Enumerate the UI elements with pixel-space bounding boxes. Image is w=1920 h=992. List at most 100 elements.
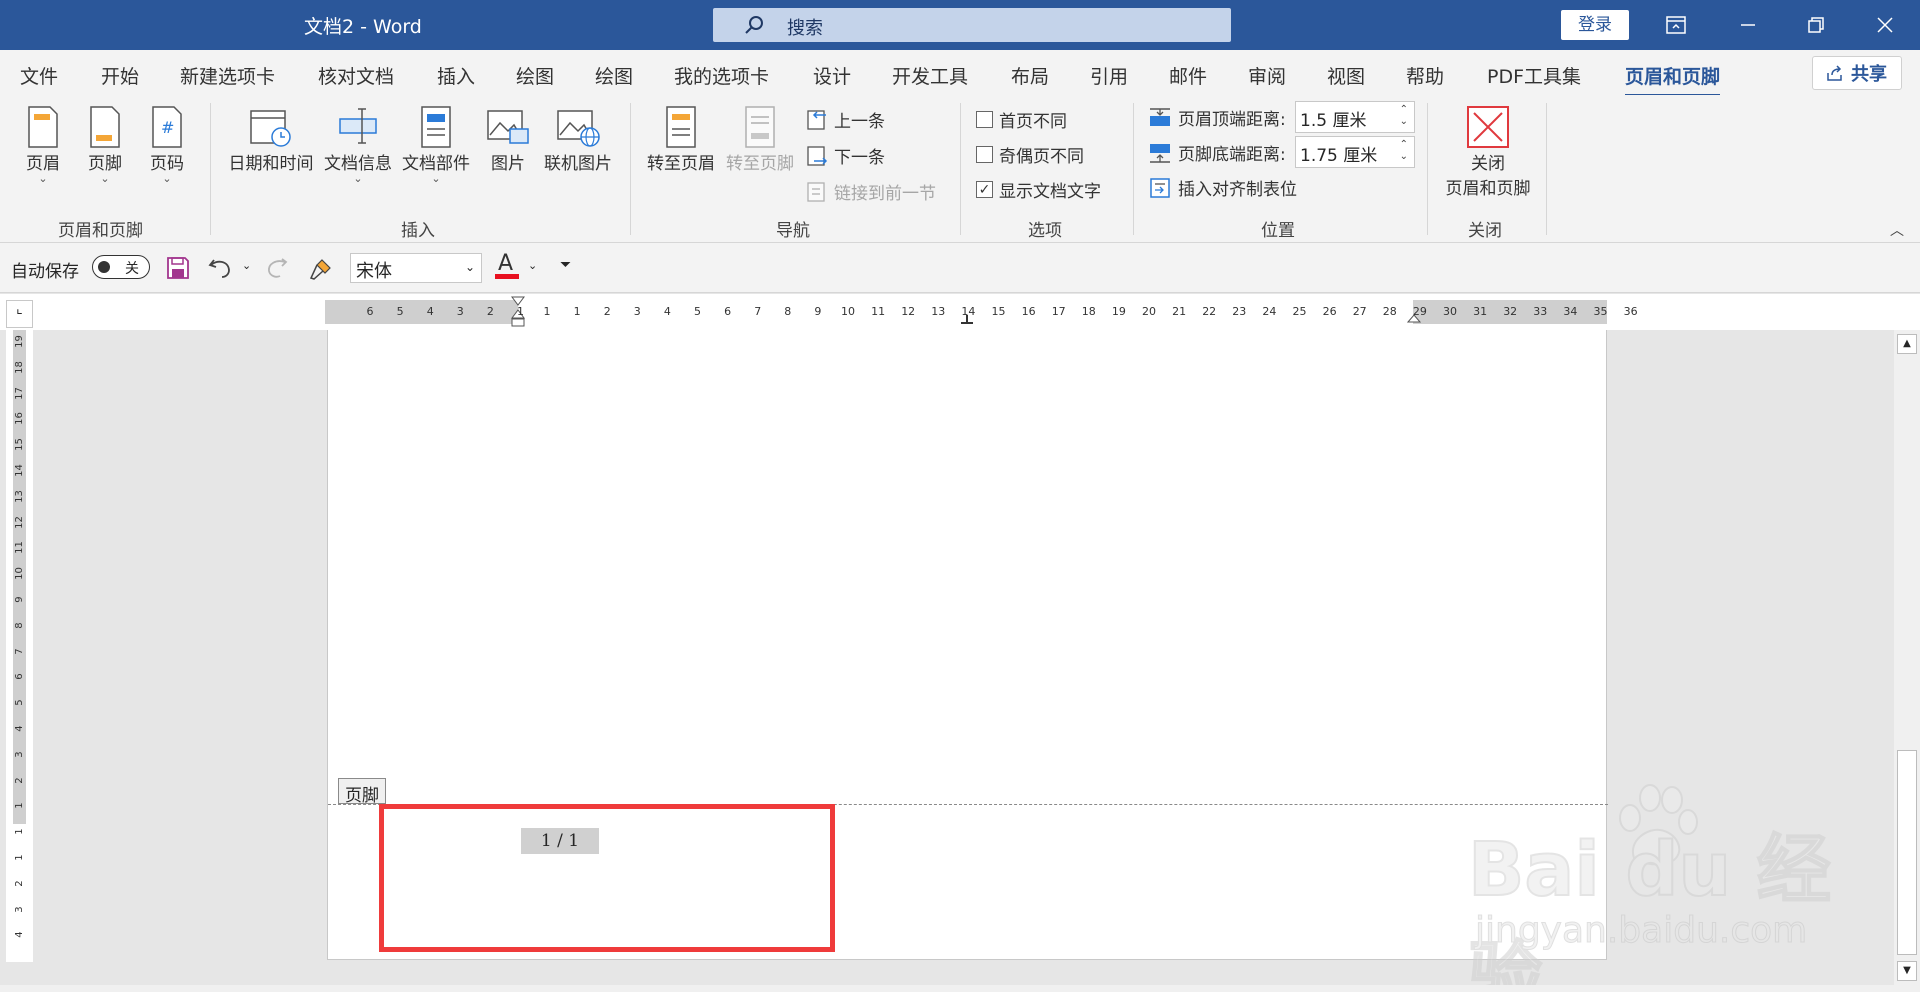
autosave-state: 关 <box>125 261 139 277</box>
font-color-button[interactable]: A <box>495 251 519 279</box>
font-color-dropdown-icon[interactable]: ⌄ <box>528 259 537 272</box>
ruler-number: 6 <box>724 305 732 318</box>
tab-proofread[interactable]: 核对文档 <box>318 62 394 89</box>
scroll-up-icon[interactable]: ▲ <box>1897 334 1917 354</box>
ruler-number: 15 <box>991 305 1006 318</box>
tab-new-tab[interactable]: 新建选项卡 <box>180 62 275 89</box>
goto-footer-label: 转至页脚 <box>726 154 794 174</box>
scrollbar-thumb[interactable] <box>1897 750 1917 955</box>
header-top-distance: 页眉顶端距离: <box>1148 105 1286 130</box>
ruler-number: 1 <box>14 802 25 810</box>
scroll-down-icon[interactable]: ▼ <box>1897 961 1917 981</box>
login-button[interactable]: 登录 <box>1561 10 1629 40</box>
redo-icon[interactable] <box>264 256 290 280</box>
footer-bottom-distance: 页脚底端距离: <box>1148 140 1286 165</box>
header-top-value: 1.5 厘米 <box>1300 111 1367 131</box>
insert-alignment-tab-label: 插入对齐制表位 <box>1178 180 1297 200</box>
tab-insert[interactable]: 插入 <box>437 62 475 89</box>
doc-parts-button[interactable]: 文档部件 ⌄ <box>398 105 474 185</box>
autosave-toggle[interactable]: 关 <box>92 255 150 279</box>
previous-button[interactable]: 上一条 <box>806 107 885 132</box>
tab-home[interactable]: 开始 <box>101 62 139 89</box>
close-header-footer-button[interactable]: 关闭 页眉和页脚 <box>1438 105 1538 199</box>
link-to-previous-button[interactable]: 链接到前一节 <box>806 179 936 204</box>
close-window-button[interactable] <box>1855 0 1915 50</box>
vertical-scrollbar[interactable]: ▲ ▼ <box>1894 330 1920 985</box>
tab-header-footer[interactable]: 页眉和页脚 <box>1625 62 1721 97</box>
watermark-brand: Bai du 经验 <box>1467 826 1832 992</box>
ruler-number: 15 <box>14 438 25 452</box>
goto-footer-button[interactable]: 转至页脚 <box>722 105 798 174</box>
doc-parts-label: 文档部件 <box>402 154 470 174</box>
undo-icon[interactable] <box>208 256 234 280</box>
different-odd-even-checkbox[interactable]: 奇偶页不同 <box>976 142 1084 167</box>
collapse-ribbon-icon[interactable]: ︿ <box>1890 220 1904 240</box>
tab-layout[interactable]: 布局 <box>1011 62 1049 89</box>
online-picture-button[interactable]: 联机图片 <box>540 105 616 174</box>
tab-design[interactable]: 设计 <box>813 62 851 89</box>
ruler-number: 19 <box>1111 305 1126 318</box>
tab-selector-icon[interactable]: ⌞ <box>6 300 33 328</box>
previous-label: 上一条 <box>834 112 885 132</box>
insert-alignment-tab-button[interactable]: 插入对齐制表位 <box>1148 175 1297 200</box>
goto-header-button[interactable]: 转至页眉 <box>643 105 719 174</box>
tab-draw-2[interactable]: 绘图 <box>595 62 633 89</box>
spin-down-icon[interactable]: ⌄ <box>1400 151 1408 162</box>
tab-draw[interactable]: 绘图 <box>516 62 554 89</box>
show-document-text-checkbox[interactable]: ✓ 显示文档文字 <box>976 177 1101 202</box>
different-first-page-checkbox[interactable]: 首页不同 <box>976 107 1067 132</box>
tab-my-tab[interactable]: 我的选项卡 <box>674 62 769 89</box>
search-box[interactable]: 搜索 <box>713 8 1231 42</box>
tab-mailings[interactable]: 邮件 <box>1169 62 1207 89</box>
restore-button[interactable] <box>1786 0 1846 50</box>
ruler-number: 30 <box>1443 305 1457 318</box>
spin-up-icon[interactable]: ⌃ <box>1400 104 1408 115</box>
tab-pdf-tools[interactable]: PDF工具集 <box>1487 62 1581 89</box>
ruler-number: 33 <box>1533 305 1548 318</box>
date-time-button[interactable]: 日期和时间 <box>224 105 318 174</box>
horizontal-ruler[interactable]: 6 5 4 3 2 1 1 1 2 3 4 5 6 7 8 9 10 11 12 13 14 15 16 17 18 19 20 21… <box>325 296 1638 327</box>
checkmark-icon[interactable]: ✓ <box>976 181 993 198</box>
tab-references[interactable]: 引用 <box>1090 62 1128 89</box>
ruler-number: 21 <box>1172 305 1187 318</box>
tab-file[interactable]: 文件 <box>20 62 58 89</box>
group-label-header-footer: 页眉和页脚 <box>58 221 143 241</box>
undo-dropdown-icon[interactable]: ⌄ <box>242 259 251 272</box>
date-time-label: 日期和时间 <box>228 154 314 174</box>
minimize-icon <box>1741 24 1755 26</box>
footer-bottom-spinner[interactable]: 1.75 厘米 ⌃ ⌄ <box>1295 136 1415 168</box>
footer-page-icon <box>90 106 120 148</box>
footer-bottom-label: 页脚底端距离: <box>1178 145 1286 165</box>
doc-info-button[interactable]: 文档信息 ⌄ <box>320 105 396 185</box>
next-button[interactable]: 下一条 <box>806 143 885 168</box>
autosave-label: 自动保存 <box>11 262 79 282</box>
ruler-number: 23 <box>1232 305 1247 318</box>
header-top-spinner[interactable]: 1.5 厘米 ⌃ ⌄ <box>1295 101 1415 133</box>
spin-up-icon[interactable]: ⌃ <box>1400 139 1408 150</box>
ruler-number: 18 <box>1081 305 1096 318</box>
share-icon <box>1827 65 1842 81</box>
tab-review[interactable]: 审阅 <box>1248 62 1286 89</box>
vertical-ruler[interactable]: 19 18 17 16 15 14 13 12 11 10 9 8 7 6 5 4 3 2 1 1 1 2 3 4 <box>6 330 33 962</box>
spin-down-icon[interactable]: ⌄ <box>1400 116 1408 127</box>
format-painter-icon[interactable] <box>308 256 334 282</box>
ruler-number: 2 <box>14 776 25 784</box>
minimize-button[interactable] <box>1718 0 1778 50</box>
save-icon[interactable] <box>166 256 190 280</box>
checkbox-box[interactable] <box>976 146 993 163</box>
checkbox-box[interactable] <box>976 111 993 128</box>
goto-footer-icon <box>745 106 775 148</box>
tab-view[interactable]: 视图 <box>1327 62 1365 89</box>
previous-icon <box>807 109 826 130</box>
header-button[interactable]: 页眉 ⌄ <box>18 105 68 185</box>
share-button[interactable]: 共享 <box>1812 56 1902 90</box>
ribbon-display-options-button[interactable] <box>1646 0 1706 50</box>
tab-help[interactable]: 帮助 <box>1406 62 1444 89</box>
customize-qat-icon[interactable]: ⏷ <box>560 257 571 273</box>
page-number-button[interactable]: # 页码 ⌄ <box>142 105 192 185</box>
tab-developer[interactable]: 开发工具 <box>892 62 968 89</box>
ruler-number: 1 <box>573 305 581 318</box>
footer-button[interactable]: 页脚 ⌄ <box>80 105 130 185</box>
picture-button[interactable]: 图片 <box>482 105 534 174</box>
font-name-select[interactable]: 宋体 ⌄ <box>350 253 482 283</box>
